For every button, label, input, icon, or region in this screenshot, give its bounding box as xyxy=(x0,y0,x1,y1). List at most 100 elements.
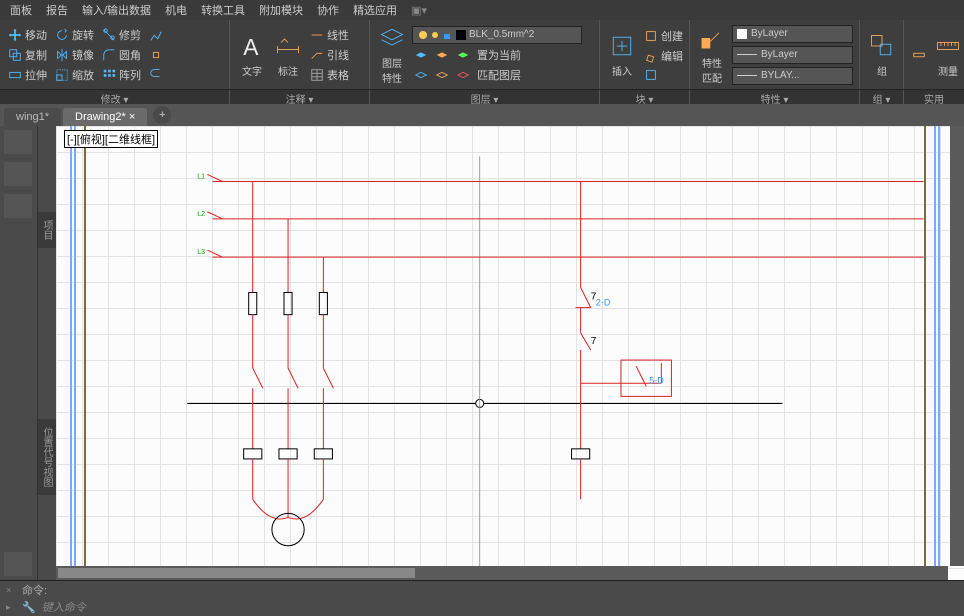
label-annotate: 注释 ▾ xyxy=(230,90,370,104)
ribbon-group-layers: 图层 特性 BLK_0.5mm^2 置为当前 xyxy=(370,20,600,89)
copy-button[interactable]: 复制 xyxy=(6,46,49,64)
lineweight-dropdown[interactable]: ByLayer xyxy=(732,46,853,64)
create-block-button[interactable]: 创建 xyxy=(642,27,685,45)
panel-btn-4[interactable] xyxy=(4,552,32,576)
edit-attr-icon[interactable] xyxy=(642,67,685,83)
menu-addon[interactable]: 附加模块 xyxy=(259,2,303,18)
tab-drawing2[interactable]: Drawing2* × xyxy=(63,108,147,126)
line-preview2 xyxy=(737,75,757,76)
tab-location-view[interactable]: 位置代号视图 xyxy=(38,419,56,495)
ribbon-group-measure: 测量 xyxy=(904,20,964,89)
mirror-button[interactable]: 镜像 xyxy=(53,46,96,64)
linear-dim-button[interactable]: 线性 xyxy=(308,26,351,44)
scrollbar-vertical[interactable] xyxy=(950,126,964,566)
label-util: 实用 xyxy=(904,90,964,104)
scrollbar-horizontal[interactable] xyxy=(56,566,948,580)
layer-icon-2[interactable] xyxy=(433,46,451,64)
menu-panel[interactable]: 面板 xyxy=(10,2,32,18)
table-button[interactable]: 表格 xyxy=(308,66,351,84)
tab-project[interactable]: 项目 xyxy=(38,212,56,248)
menu-report[interactable]: 报告 xyxy=(46,2,68,18)
match-props-button[interactable]: 特性 匹配 xyxy=(696,23,728,86)
group-button[interactable]: 组 xyxy=(866,31,898,79)
drawing-canvas[interactable]: [-][俯视][二维线框] xyxy=(56,126,964,580)
menu-io[interactable]: 输入/输出数据 xyxy=(82,2,151,18)
text-button[interactable]: A 文字 xyxy=(236,31,268,79)
explode-icon[interactable] xyxy=(147,47,165,63)
label-layers: 图层 ▾ xyxy=(370,90,600,104)
ribbon-group-group: 组 xyxy=(860,20,904,89)
cmd-close-icon[interactable]: × xyxy=(6,585,16,595)
ribbon-group-properties: 特性 匹配 ByLayer ByLayer BYLAY... xyxy=(690,20,860,89)
measure-button[interactable]: 测量 xyxy=(932,31,964,79)
command-line-area: × 命令: ▸ 🔧 键入命令 xyxy=(0,580,964,616)
stretch-button[interactable]: 拉伸 xyxy=(6,66,49,84)
svg-text:L3: L3 xyxy=(197,249,205,256)
svg-text:L2: L2 xyxy=(197,211,205,218)
layer-dropdown[interactable]: BLK_0.5mm^2 xyxy=(412,26,582,44)
panel-btn-1[interactable] xyxy=(4,130,32,154)
set-current-button[interactable]: 置为当前 xyxy=(475,46,523,64)
edit-polyline-icon[interactable] xyxy=(147,29,165,45)
ribbon-group-modify: 移动 复制 拉伸 旋转 镜像 缩放 修剪 圆角 阵列 xyxy=(0,20,230,89)
tab-drawing1[interactable]: wing1* xyxy=(4,108,61,126)
svg-text:5-D: 5-D xyxy=(649,375,664,385)
menu-collab[interactable]: 协作 xyxy=(317,2,339,18)
main-area: 项目 位置代号视图 [-][俯视][二维线框] xyxy=(0,126,964,580)
white-swatch xyxy=(737,29,747,39)
scroll-thumb-h[interactable] xyxy=(58,568,415,578)
panel-btn-2[interactable] xyxy=(4,162,32,186)
move-button[interactable]: 移动 xyxy=(6,26,49,44)
layer-icon-3[interactable] xyxy=(454,46,472,64)
dimension-button[interactable]: 标注 xyxy=(272,31,304,79)
fillet-button[interactable]: 圆角 xyxy=(100,46,143,64)
menu-mech[interactable]: 机电 xyxy=(165,2,187,18)
layer-icon-1[interactable] xyxy=(412,46,430,64)
cmd-wrench-icon[interactable]: 🔧 xyxy=(22,601,36,614)
label-props: 特性 ▾ xyxy=(690,90,860,104)
panel-btn-3[interactable] xyxy=(4,194,32,218)
viewport-label[interactable]: [-][俯视][二维线框] xyxy=(64,130,158,148)
menu-convert[interactable]: 转换工具 xyxy=(201,2,245,18)
menu-featured[interactable]: 精选应用 xyxy=(353,2,397,18)
add-tab-button[interactable]: + xyxy=(153,106,171,124)
layer-icon-6[interactable] xyxy=(454,66,472,84)
match-layer-button[interactable]: 匹配图层 xyxy=(475,66,523,84)
svg-text:2-D: 2-D xyxy=(596,298,611,308)
rotate-button[interactable]: 旋转 xyxy=(53,26,96,44)
left-toolbar xyxy=(0,126,38,580)
svg-text:7: 7 xyxy=(591,336,597,347)
close-tab-icon[interactable]: × xyxy=(129,111,135,123)
layer-props-button[interactable]: 图层 特性 xyxy=(376,23,408,86)
lightbulb-icon xyxy=(417,29,429,41)
scale-button[interactable]: 缩放 xyxy=(53,66,96,84)
svg-text:A: A xyxy=(243,33,259,59)
array-button[interactable]: 阵列 xyxy=(100,66,143,84)
line-preview xyxy=(737,54,757,55)
schematic-drawing: 2-D 7 7 5-D L1 L2 L3 xyxy=(56,126,964,580)
ribbon-group-annotate: A 文字 标注 线性 引线 表格 xyxy=(230,20,370,89)
edit-block-button[interactable]: 编辑 xyxy=(642,47,685,65)
subset-icon[interactable] xyxy=(147,65,165,81)
sun-icon xyxy=(429,29,441,41)
layer-icon-4[interactable] xyxy=(412,66,430,84)
menu-overflow-icon[interactable]: ▣▾ xyxy=(411,4,427,17)
side-panel-tabs: 项目 位置代号视图 xyxy=(38,126,56,580)
menubar: 面板 报告 输入/输出数据 机电 转换工具 附加模块 协作 精选应用 ▣▾ xyxy=(0,0,964,20)
lock-icon xyxy=(441,29,453,41)
util-icon-1[interactable] xyxy=(910,47,928,63)
document-tabs: wing1* Drawing2* × + xyxy=(0,104,964,126)
color-dropdown[interactable]: ByLayer xyxy=(732,25,853,43)
label-block: 块 ▾ xyxy=(600,90,690,104)
svg-text:L1: L1 xyxy=(197,173,205,180)
svg-text:7: 7 xyxy=(591,292,597,303)
label-modify: 修改 ▾ xyxy=(0,90,230,104)
ribbon-labels: 修改 ▾ 注释 ▾ 图层 ▾ 块 ▾ 特性 ▾ 组 ▾ 实用 xyxy=(0,90,964,104)
layer-icon-5[interactable] xyxy=(433,66,451,84)
cmd-handle-icon[interactable]: ▸ xyxy=(6,602,16,613)
ribbon-group-block: 插入 创建 编辑 xyxy=(600,20,690,89)
leader-button[interactable]: 引线 xyxy=(308,46,351,64)
insert-block-button[interactable]: 插入 xyxy=(606,31,638,79)
trim-button[interactable]: 修剪 xyxy=(100,26,143,44)
linetype-dropdown[interactable]: BYLAY... xyxy=(732,67,853,85)
